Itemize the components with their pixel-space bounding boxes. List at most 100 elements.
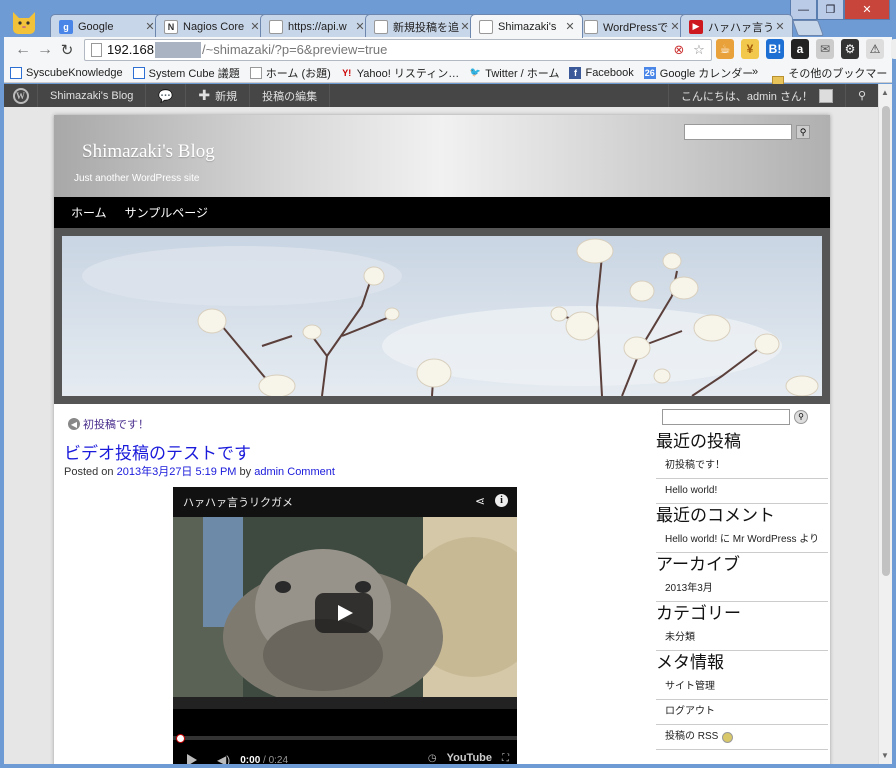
extension-icon[interactable]: ⚙	[841, 39, 859, 59]
extension-icons: ☕ ¥ B! a ✉ ⚙ ⚠ ≡	[716, 39, 896, 59]
page-icon	[249, 66, 262, 79]
comments-icon[interactable]: 💬	[146, 84, 187, 107]
bookmark-star-icon[interactable]: ☆	[691, 42, 707, 58]
page-icon	[374, 19, 388, 34]
widget-link[interactable]: 2013年3月	[656, 577, 828, 602]
play-small-icon[interactable]	[187, 754, 197, 764]
widget-heading: メタ情報	[656, 653, 724, 672]
tab-title: ハァハァ言う	[708, 21, 774, 34]
main-menu: ホーム サンプルページ	[54, 197, 830, 228]
sidebar-widgets: 最近の投稿 初投稿です！ Hello world! 最近のコメント Hello worl…	[656, 430, 828, 750]
video-title[interactable]: ハァハァ言うリクガメ	[183, 494, 293, 510]
scroll-down-icon[interactable]: ▼	[881, 751, 889, 760]
scroll-up-icon[interactable]: ▲	[881, 88, 889, 97]
bookmark-item[interactable]: 🐦 Twitter / ホーム	[469, 65, 560, 81]
my-account-menu[interactable]: こんにちは、admin さん！	[667, 84, 846, 107]
widget-link[interactable]: Hello world! に Mr WordPress より	[656, 528, 828, 553]
volume-icon[interactable]: ◀)	[217, 753, 230, 764]
menu-item[interactable]: ホーム	[71, 204, 107, 221]
extension-icon[interactable]: ☕	[716, 39, 734, 59]
widget-link-label: ログアウト	[665, 706, 715, 717]
header-search-input[interactable]	[684, 124, 792, 140]
wp-logo-menu[interactable]: W	[4, 84, 38, 107]
post-title[interactable]: ビデオ投稿のテストです	[64, 439, 251, 464]
post-date-link[interactable]: 2013年3月27日 5:19 PM	[117, 466, 237, 478]
forward-button[interactable]: →	[34, 39, 56, 61]
fullscreen-icon[interactable]: ⛶	[502, 753, 509, 764]
admin-site-link[interactable]: Shimazaki's Blog	[38, 84, 147, 107]
extension-icon[interactable]: ≡	[891, 39, 896, 59]
widget-heading: カテゴリー	[656, 604, 741, 623]
tab[interactable]: N Nagios Core ✕	[155, 14, 268, 38]
author-link[interactable]: admin	[254, 466, 284, 478]
video-progress-bar[interactable]	[173, 736, 517, 740]
url-host: 192.168	[107, 41, 154, 57]
tab[interactable]: WordPressで ✕	[575, 14, 688, 38]
extension-icon[interactable]: B!	[766, 39, 784, 59]
play-button[interactable]	[315, 593, 373, 633]
tab[interactable]: ▶ ハァハァ言う ✕	[680, 14, 793, 38]
facebook-icon: f	[569, 66, 582, 79]
maximize-button[interactable]: ❐	[817, 0, 844, 20]
extension-icon[interactable]: ⚠	[866, 39, 884, 59]
widget-link[interactable]: ログアウト	[656, 700, 828, 725]
clock-icon[interactable]: ◷	[428, 753, 437, 764]
header-search-button[interactable]: ⚲	[796, 125, 810, 139]
extension-icon[interactable]: ¥	[741, 39, 759, 59]
bookmark-item[interactable]: System Cube 議題	[132, 65, 240, 81]
blog-page: Shimazaki's Blog Just another WordPress …	[54, 115, 830, 764]
new-content-menu[interactable]: ✚ 新規	[186, 84, 251, 107]
scroll-thumb[interactable]	[882, 106, 890, 576]
plus-icon: ✚	[198, 87, 211, 103]
blocked-content-icon[interactable]: ⊗	[671, 42, 687, 58]
video-title-bar: ハァハァ言うリクガメ ⋖ i	[173, 487, 517, 517]
progress-scrubber[interactable]	[176, 734, 185, 743]
bookmark-item[interactable]: ホーム (お題)	[249, 65, 331, 81]
youtube-logo[interactable]: YouTube	[447, 752, 492, 764]
new-tab-button[interactable]	[792, 20, 824, 36]
close-tab-icon[interactable]: ✕	[564, 20, 576, 33]
extension-icon[interactable]: ✉	[816, 39, 834, 59]
sidebar-search-button[interactable]: ⚲	[794, 410, 808, 424]
bookmark-label: Yahoo! リスティン…	[356, 67, 460, 80]
edit-post-link[interactable]: 投稿の編集	[250, 84, 331, 107]
tab-title: https://api.w	[288, 20, 347, 33]
browser-window: — ❐ ✕ g Google ✕ N Nagios Core ✕ https://api.w…	[0, 0, 896, 768]
previous-post-link[interactable]: ◀ 初投稿です！	[68, 416, 149, 432]
wordpress-icon: W	[12, 87, 29, 104]
widget-link[interactable]: サイト管理	[656, 675, 828, 700]
page-scrollbar[interactable]: ▲ ▼	[878, 84, 892, 764]
tab[interactable]: https://api.w ✕	[260, 14, 373, 38]
bookmark-item[interactable]: f Facebook	[569, 66, 634, 79]
youtube-player[interactable]: ハァハァ言うリクガメ ⋖ i ◀) 0:00 / 0:24 ◷ YouTube …	[173, 487, 517, 764]
tab[interactable]: Shimazaki's ✕	[470, 14, 583, 38]
widget-link[interactable]: 未分類	[656, 626, 828, 651]
menu-item[interactable]: サンプルページ	[125, 204, 208, 221]
reload-button[interactable]: ↻	[56, 39, 78, 61]
bookmarks-more-button[interactable]: »	[752, 66, 758, 78]
comment-link[interactable]: Comment	[287, 466, 335, 478]
widget-link[interactable]: 投稿の RSS	[656, 725, 828, 750]
sidebar-search-input[interactable]	[662, 409, 790, 425]
share-icon[interactable]: ⋖	[475, 494, 485, 508]
site-title[interactable]: Shimazaki's Blog	[82, 141, 215, 163]
wp-admin-bar: W Shimazaki's Blog 💬 ✚ 新規 投稿の編集 こんにちは、ad…	[4, 84, 878, 107]
back-button[interactable]: ←	[12, 39, 34, 61]
bookmark-item[interactable]: SyscubeKnowledge	[10, 66, 123, 79]
extension-icon[interactable]: a	[791, 39, 809, 59]
doc-icon	[132, 66, 145, 79]
admin-search-icon[interactable]: ⚲	[846, 84, 878, 107]
widget-link[interactable]: Hello world!	[656, 479, 828, 504]
info-icon[interactable]: i	[495, 494, 508, 507]
tab[interactable]: g Google ✕	[50, 14, 163, 38]
address-bar[interactable]: 192.168 /~shimazaki/?p=6&preview=true ⊗ ☆	[84, 39, 712, 61]
close-window-button[interactable]: ✕	[844, 0, 890, 20]
close-tab-icon[interactable]: ✕	[774, 20, 786, 33]
tab[interactable]: 新規投稿を追 ✕	[365, 14, 478, 38]
bookmark-item[interactable]: 26 Google カレンダー	[643, 65, 753, 81]
widget-heading: 最近の投稿	[656, 432, 741, 451]
widget-link[interactable]: 初投稿です！	[656, 454, 828, 479]
url-text[interactable]: 192.168 /~shimazaki/?p=6&preview=true	[107, 42, 387, 59]
bookmark-item[interactable]: Y! Yahoo! リスティン…	[341, 65, 459, 81]
calendar-icon: 26	[643, 66, 656, 79]
